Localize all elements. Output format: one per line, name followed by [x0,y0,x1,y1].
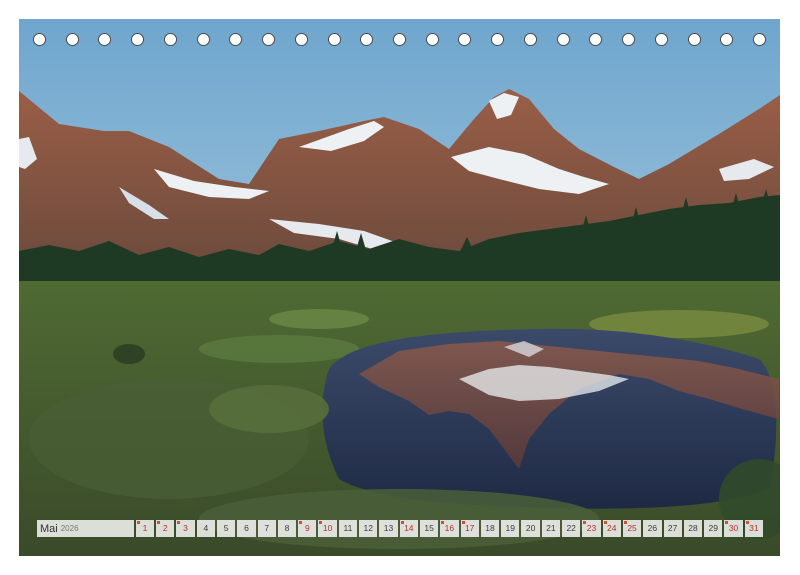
day-cell: 13 [379,520,398,537]
day-cells: 1 2 3 4 5 6 7 8 9 10 11 12 13 14 15 16 17 18 19 20 21 22 23 24 2… [135,520,763,537]
day-cell: 5 [216,520,236,537]
binding-hole [229,33,243,46]
binding-hole [589,33,603,46]
day-cell: 30 [724,520,743,537]
day-cell: 1 [135,520,155,537]
day-cell: 27 [663,520,682,537]
date-strip: Mai 2026 1 2 3 4 5 6 7 8 9 10 11 12 13 14 15 16 17 18 19 20… [37,520,763,537]
day-cell: 20 [521,520,540,537]
day-cell: 6 [237,520,256,537]
binding-hole [98,33,112,46]
day-cell: 21 [541,520,561,537]
binding-holes [19,33,780,51]
day-cell: 10 [318,520,337,537]
binding-hole [262,33,276,46]
calendar-page: Mai 2026 1 2 3 4 5 6 7 8 9 10 11 12 13 14 15 16 17 18 19 20… [0,0,800,575]
day-cell: 3 [176,520,195,537]
day-cell: 9 [298,520,317,537]
day-cell: 26 [643,520,662,537]
lake [322,328,779,509]
day-cell: 12 [359,520,378,537]
day-cell: 19 [501,520,520,537]
binding-hole [65,33,79,46]
day-cell: 29 [704,520,723,537]
binding-hole [131,33,145,46]
month-label-box: Mai 2026 [37,520,134,537]
day-cell: 14 [399,520,418,537]
day-cell: 2 [156,520,175,537]
binding-hole [163,33,177,46]
day-cell: 31 [744,520,763,537]
binding-hole [33,33,46,46]
day-cell: 17 [460,520,479,537]
binding-hole [327,33,341,46]
binding-hole [720,33,734,46]
day-cell: 7 [257,520,276,537]
binding-hole [425,33,439,46]
mountain-lake-illustration [19,19,780,556]
binding-hole [523,33,537,46]
day-cell: 11 [338,520,358,537]
day-cell: 23 [582,520,601,537]
binding-hole [360,33,374,46]
binding-hole [622,33,636,46]
month-name: Mai [40,522,58,535]
day-cell: 24 [602,520,621,537]
binding-hole [753,33,766,46]
binding-hole [294,33,308,46]
day-cell: 4 [196,520,215,537]
binding-hole [491,33,505,46]
day-cell: 16 [440,520,459,537]
day-cell: 15 [419,520,439,537]
binding-hole [196,33,210,46]
year-label: 2026 [60,524,79,533]
binding-hole [556,33,570,46]
day-cell: 22 [562,520,581,537]
day-cell: 8 [277,520,297,537]
binding-hole [393,33,406,46]
binding-hole [687,33,701,46]
landscape-photo [19,19,780,556]
day-cell: 18 [480,520,500,537]
binding-hole [458,33,472,46]
day-cell: 25 [622,520,642,537]
binding-hole [654,33,668,46]
day-cell: 28 [683,520,703,537]
